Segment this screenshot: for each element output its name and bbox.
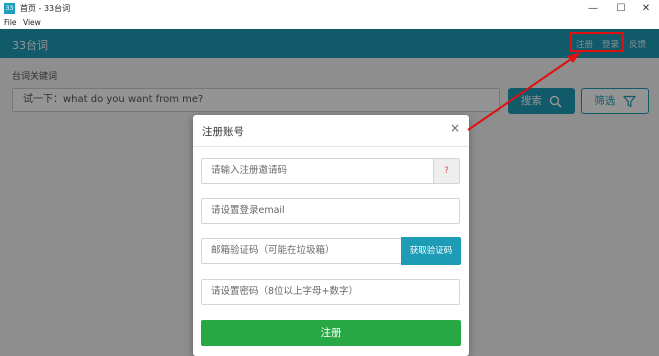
annotation-arrow — [467, 52, 581, 131]
